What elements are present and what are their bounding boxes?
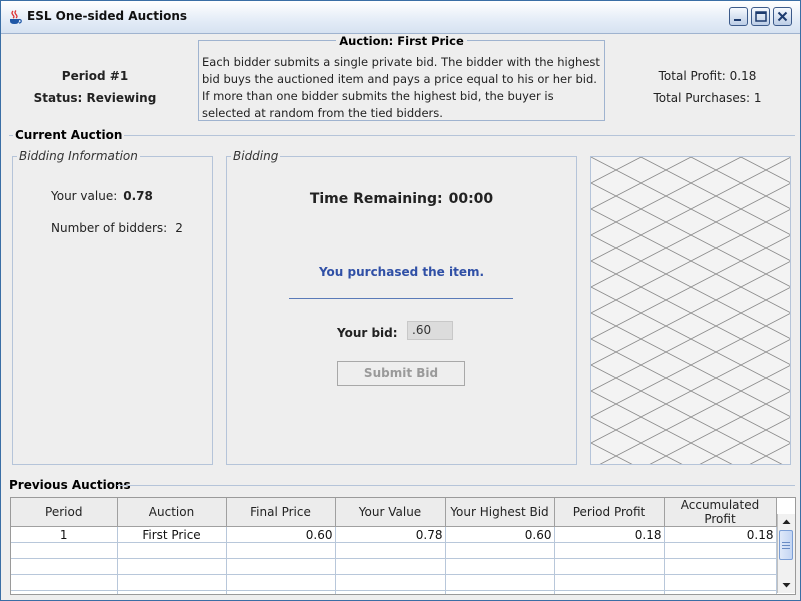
your-value: 0.78 [123, 189, 153, 203]
column-header-your-value[interactable]: Your Value [335, 498, 446, 527]
scroll-up-button[interactable] [778, 514, 795, 530]
auction-type-title: Auction: First Price [336, 34, 467, 48]
table-scrollbar[interactable] [777, 514, 795, 593]
auction-description-box: Auction: First Price Each bidder submits… [198, 34, 605, 121]
table-row-empty [11, 542, 777, 559]
main-content: Period #1 Status: Reviewing Auction: Fir… [5, 34, 796, 596]
maximize-icon [755, 11, 767, 22]
column-header-accumulated-profit[interactable]: Accumulated Profit [664, 498, 777, 527]
period-status-panel: Period #1 Status: Reviewing [5, 34, 195, 124]
previous-auctions-table[interactable]: Period Auction Final Price Your Value Yo… [10, 497, 796, 595]
column-header-auction[interactable]: Auction [117, 498, 227, 527]
close-icon [777, 11, 788, 22]
your-value-label: Your value: [51, 189, 118, 203]
period-label: Period #1 [61, 69, 129, 83]
time-remaining-label: Time Remaining: [309, 191, 443, 207]
bidding-information-panel: Bidding Information Your value: 0.78 Numb… [12, 149, 213, 465]
crosshatch-pattern [591, 157, 790, 464]
number-of-bidders-label: Number of bidders: [51, 221, 168, 235]
column-header-period[interactable]: Period [11, 498, 118, 527]
bidding-title: Bidding [231, 149, 281, 163]
cell-your-value: 0.78 [335, 526, 446, 543]
close-button[interactable] [773, 7, 792, 26]
minimize-button[interactable] [729, 7, 748, 26]
auction-description: Each bidder submits a single private bid… [202, 55, 600, 120]
title-bar[interactable]: ESL One-sided Auctions [1, 1, 800, 34]
time-remaining-value: 00:00 [448, 191, 494, 207]
your-value-row: Your value: 0.78 [51, 189, 153, 203]
java-cup-icon [10, 10, 22, 24]
column-header-period-profit[interactable]: Period Profit [554, 498, 665, 527]
arrow-up-icon [782, 519, 791, 524]
scroll-thumb[interactable] [779, 530, 793, 560]
window-title: ESL One-sided Auctions [27, 9, 188, 23]
totals-panel: Total Profit: 0.18 Total Purchases: 1 [625, 34, 795, 124]
time-remaining: Time Remaining: 00:00 [227, 191, 576, 207]
cell-your-highest-bid: 0.60 [445, 526, 555, 543]
column-header-your-highest-bid[interactable]: Your Highest Bid [445, 498, 555, 527]
table-row-empty [11, 558, 777, 575]
table-row-empty [11, 590, 777, 594]
cell-accumulated-profit: 0.18 [664, 526, 777, 543]
previous-auctions-title: Previous Auctions [9, 478, 131, 492]
your-bid-label: Your bid: [337, 326, 398, 340]
table-row-empty [11, 574, 777, 591]
previous-auctions-divider [117, 485, 795, 486]
item-image-panel [590, 156, 791, 465]
column-header-final-price[interactable]: Final Price [226, 498, 336, 527]
arrow-down-icon [782, 583, 791, 588]
bidding-information-title: Bidding Information [17, 149, 140, 163]
maximize-button[interactable] [751, 7, 770, 26]
cell-auction: First Price [117, 526, 227, 543]
cell-final-price: 0.60 [226, 526, 336, 543]
number-of-bidders-row: Number of bidders: 2 [51, 221, 183, 235]
bidding-panel: Bidding Time Remaining: 00:00 You purchas… [226, 149, 577, 465]
total-profit: Total Profit: 0.18 [658, 69, 757, 83]
scroll-down-button[interactable] [778, 577, 795, 593]
table-header-row: Period Auction Final Price Your Value Yo… [11, 498, 777, 527]
submit-bid-button[interactable]: Submit Bid [337, 361, 465, 386]
auctions-table: Period Auction Final Price Your Value Yo… [11, 498, 777, 594]
minimize-icon [734, 19, 741, 21]
number-of-bidders: 2 [175, 221, 183, 235]
cell-period: 1 [11, 526, 118, 543]
separator [289, 298, 513, 299]
current-auction-title: Current Auction [13, 128, 125, 142]
cell-period-profit: 0.18 [554, 526, 665, 543]
status-label: Status: Reviewing [33, 91, 157, 105]
result-message: You purchased the item. [318, 265, 485, 279]
total-purchases: Total Purchases: 1 [653, 91, 762, 105]
table-row[interactable]: 1 First Price 0.60 0.78 0.60 0.18 0.18 [11, 526, 777, 543]
bid-input[interactable]: .60 [407, 321, 453, 340]
app-window: ESL One-sided Auctions Period #1 Status:… [0, 0, 801, 601]
